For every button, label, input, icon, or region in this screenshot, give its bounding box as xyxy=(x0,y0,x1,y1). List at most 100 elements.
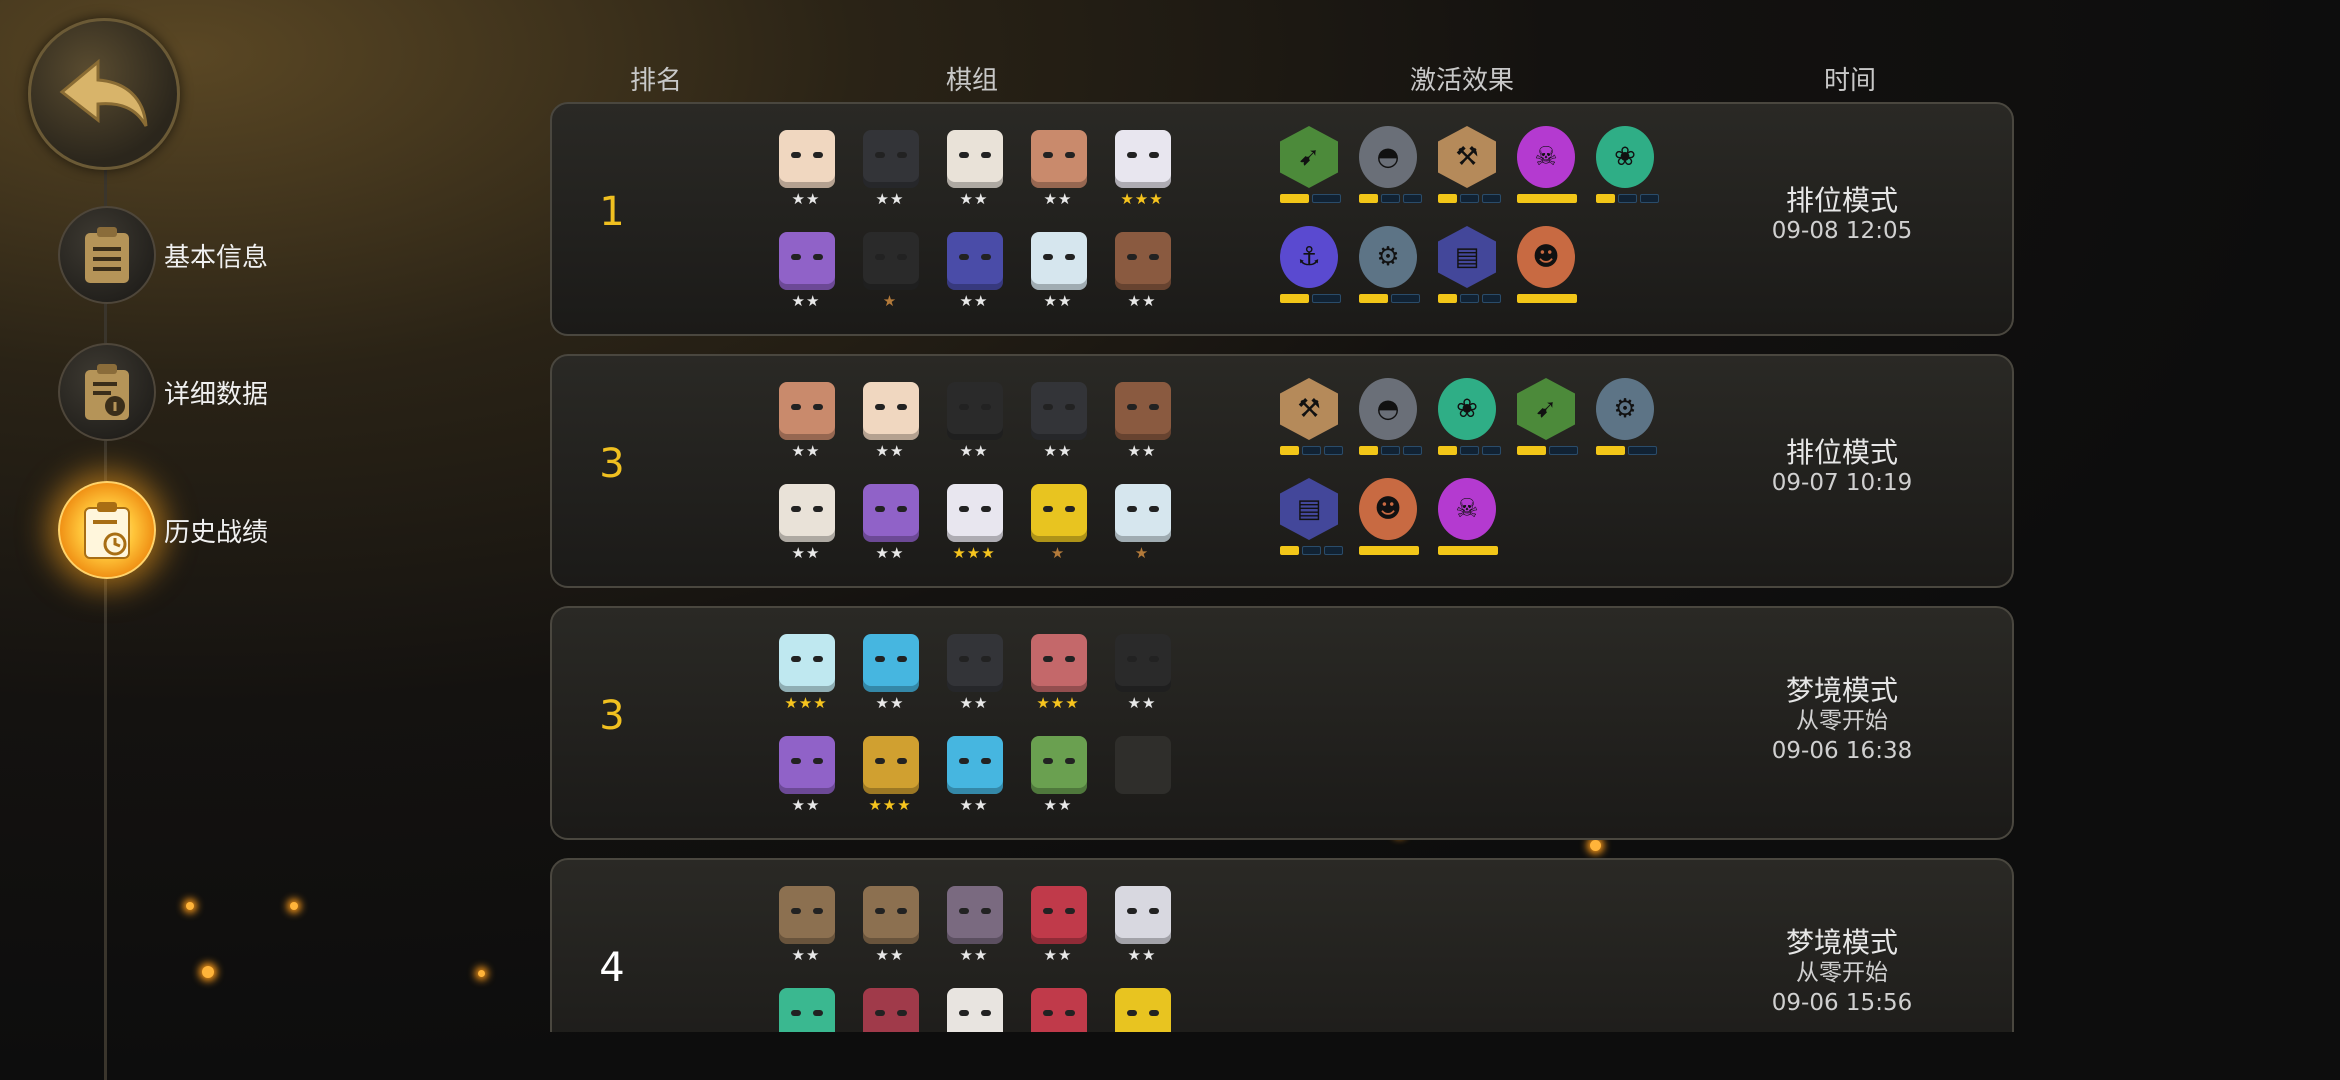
synergy-level-bars xyxy=(1438,546,1498,555)
match-record[interactable]: 1 ★★ ★★ ★★ ★★ ★★★ ★★ ★ ★★ ★★ ★★ ➹ ◓ ⚒ ☠ ❀ ⚓ ⚙ ▤ ☻ 排位模式 09-08 … xyxy=(550,102,2014,336)
empty-piece-slot xyxy=(1100,736,1184,816)
synergy-badge[interactable]: ⚒ xyxy=(1272,378,1351,460)
synergy-level-bars xyxy=(1280,294,1341,303)
synergy-badge[interactable]: ▤ xyxy=(1430,226,1509,308)
chess-piece-icon[interactable]: ★★ xyxy=(932,736,1016,816)
match-record[interactable]: 4★★★★★★★★★★★★★★★★★★★★梦境模式从零开始09-06 15:56 xyxy=(550,858,2014,1032)
piece-portrait xyxy=(947,886,1003,944)
book-icon: ▤ xyxy=(1438,226,1496,288)
chess-piece-icon[interactable]: ★★ xyxy=(764,988,848,1032)
synergy-bar-empty xyxy=(1302,446,1321,455)
chess-piece-icon[interactable]: ★★ xyxy=(764,736,848,816)
chess-piece-icon[interactable]: ★★ xyxy=(1016,232,1100,312)
match-mode-time: 梦境模式 从零开始 09-06 16:38 xyxy=(1672,676,2012,766)
chess-piece-icon[interactable]: ★★ xyxy=(848,484,932,564)
synergy-badge[interactable]: ⚓ xyxy=(1272,226,1351,308)
piece-portrait xyxy=(1115,634,1171,692)
synergy-bar-filled xyxy=(1359,446,1378,455)
book-icon: ▤ xyxy=(1280,478,1338,540)
orc-icon: ☻ xyxy=(1517,226,1575,288)
chess-piece-icon[interactable]: ★★ xyxy=(932,634,1016,714)
chess-piece-icon[interactable]: ★ xyxy=(1016,484,1100,564)
chess-piece-icon[interactable]: ★ xyxy=(848,232,932,312)
piece-star-rating: ★★ xyxy=(959,442,989,460)
chess-piece-icon[interactable]: ★★★ xyxy=(1100,130,1184,210)
chess-piece-icon[interactable]: ★★ xyxy=(764,484,848,564)
history-list[interactable]: 1 ★★ ★★ ★★ ★★ ★★★ ★★ ★ ★★ ★★ ★★ ➹ ◓ ⚒ ☠ ❀ ⚓ ⚙ ▤ ☻ 排位模式 09-08 … xyxy=(0,0,2340,1032)
chess-piece-icon[interactable]: ★★ xyxy=(1016,988,1100,1032)
synergy-badge[interactable]: ▤ xyxy=(1272,478,1351,560)
chess-piece-icon[interactable]: ★★ xyxy=(932,886,1016,966)
piece-star-rating: ★★ xyxy=(791,796,821,814)
synergy-list: ⚒ ◓ ❀ ➹ ⚙ ▤ ☻ ☠ xyxy=(1272,378,1667,560)
synergy-badge[interactable]: ◓ xyxy=(1351,126,1430,208)
synergy-badge[interactable]: ☻ xyxy=(1509,226,1588,308)
piece-portrait xyxy=(779,988,835,1032)
chess-piece-icon[interactable]: ★★ xyxy=(848,634,932,714)
chess-piece-icon[interactable]: ★ xyxy=(1100,484,1184,564)
synergy-bar-empty xyxy=(1549,446,1578,455)
chess-piece-icon[interactable]: ★★ xyxy=(764,886,848,966)
chess-piece-icon[interactable]: ★★ xyxy=(764,232,848,312)
match-record[interactable]: 3 ★★ ★★ ★★ ★★ ★★ ★★ ★★ ★★★ ★ ★ ⚒ ◓ ❀ ➹ ⚙ ▤ ☻ ☠ 排位模式 09-07 10… xyxy=(550,354,2014,588)
chess-piece-icon[interactable]: ★★ xyxy=(1016,130,1100,210)
axe-icon: ⚒ xyxy=(1438,126,1496,188)
piece-star-rating: ★★ xyxy=(791,292,821,310)
chess-piece-icon[interactable]: ★★★ xyxy=(932,484,1016,564)
match-record[interactable]: 3 ★★★ ★★ ★★ ★★★ ★★ ★★ ★★★ ★★ ★★ 梦境模式 从零开始 09-06 16:3… xyxy=(550,606,2014,840)
synergy-badge[interactable]: ➹ xyxy=(1272,126,1351,208)
piece-star-rating: ★★★ xyxy=(784,694,828,712)
chess-piece-icon[interactable]: ★★★ xyxy=(848,736,932,816)
piece-portrait xyxy=(1031,130,1087,188)
match-submode: 从零开始 xyxy=(1796,708,1888,734)
chess-piece-icon[interactable]: ★★ xyxy=(1016,382,1100,462)
synergy-level-bars xyxy=(1280,194,1341,203)
chess-piece-icon[interactable]: ★★ xyxy=(932,130,1016,210)
chess-piece-icon[interactable]: ★★ xyxy=(764,130,848,210)
synergy-badge[interactable]: ◓ xyxy=(1351,378,1430,460)
piece-portrait xyxy=(863,130,919,188)
synergy-bar-filled xyxy=(1596,446,1625,455)
chess-piece-icon[interactable]: ★★ xyxy=(932,382,1016,462)
piece-portrait xyxy=(863,484,919,542)
chess-piece-icon[interactable]: ★★ xyxy=(1100,634,1184,714)
synergy-bar-empty xyxy=(1324,446,1343,455)
chess-piece-icon[interactable]: ★★ xyxy=(1100,988,1184,1032)
synergy-badge[interactable]: ❀ xyxy=(1430,378,1509,460)
synergy-badge[interactable]: ➹ xyxy=(1509,378,1588,460)
chess-piece-icon[interactable]: ★★ xyxy=(848,886,932,966)
synergy-badge[interactable]: ☻ xyxy=(1351,478,1430,560)
chess-piece-icon[interactable]: ★★ xyxy=(1100,382,1184,462)
demon-icon: ☠ xyxy=(1438,478,1496,540)
chess-piece-icon[interactable]: ★★★ xyxy=(1016,634,1100,714)
synergy-badge[interactable]: ⚙ xyxy=(1351,226,1430,308)
helm-icon: ◓ xyxy=(1359,378,1417,440)
piece-star-rating: ★★★ xyxy=(868,796,912,814)
match-time: 09-07 10:19 xyxy=(1771,470,1913,496)
chess-piece-icon[interactable]: ★★ xyxy=(848,382,932,462)
synergy-badge[interactable]: ⚒ xyxy=(1430,126,1509,208)
chess-piece-icon[interactable]: ★★ xyxy=(932,988,1016,1032)
synergy-bar-empty xyxy=(1460,294,1479,303)
piece-portrait xyxy=(947,130,1003,188)
synergy-bar-filled xyxy=(1438,446,1457,455)
piece-star-rating: ★ xyxy=(1050,544,1066,562)
chess-piece-icon[interactable]: ★★ xyxy=(764,382,848,462)
chess-piece-icon[interactable]: ★★ xyxy=(1016,736,1100,816)
chess-piece-icon[interactable]: ★★ xyxy=(1100,886,1184,966)
chess-piece-icon[interactable]: ★★ xyxy=(1100,232,1184,312)
demon-icon: ☠ xyxy=(1517,126,1575,188)
piece-portrait xyxy=(779,130,835,188)
orc-icon: ☻ xyxy=(1359,478,1417,540)
chess-piece-icon[interactable]: ★★★ xyxy=(764,634,848,714)
synergy-badge[interactable]: ⚙ xyxy=(1588,378,1667,460)
chess-piece-icon[interactable]: ★★ xyxy=(848,130,932,210)
chess-piece-icon[interactable]: ★★ xyxy=(848,988,932,1032)
synergy-badge[interactable]: ☠ xyxy=(1509,126,1588,208)
synergy-badge[interactable]: ❀ xyxy=(1588,126,1667,208)
synergy-level-bars xyxy=(1517,446,1578,455)
piece-star-rating: ★★ xyxy=(791,946,821,964)
chess-piece-icon[interactable]: ★★ xyxy=(932,232,1016,312)
synergy-badge[interactable]: ☠ xyxy=(1430,478,1509,560)
chess-piece-icon[interactable]: ★★ xyxy=(1016,886,1100,966)
